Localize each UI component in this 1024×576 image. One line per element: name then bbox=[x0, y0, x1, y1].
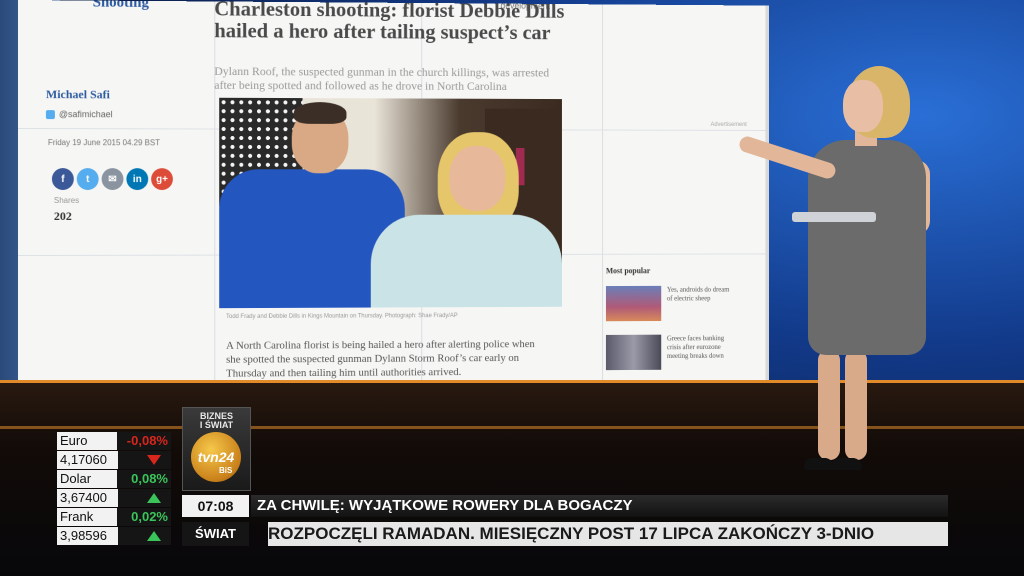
presenter-leg bbox=[818, 350, 840, 460]
currency-row: Dolar 0,08% bbox=[57, 470, 171, 488]
most-popular-item: Yes, androids do dream of electric sheep bbox=[605, 285, 733, 322]
author-name: Michael Safi bbox=[45, 87, 110, 102]
article-standfirst: Dylann Roof, the suspected gunman in the… bbox=[214, 63, 550, 93]
breaking-headline: ZA CHWILĘ: WYJĄTKOWE ROWERY DLA BOGACZY bbox=[251, 495, 948, 517]
woman-shirt bbox=[370, 214, 562, 309]
most-popular-item: Greece faces banking crisis after eurozo… bbox=[605, 334, 733, 371]
popular-thumbnail bbox=[605, 285, 662, 322]
currency-row: 4,17060 bbox=[57, 451, 171, 469]
currency-row: Euro -0,08% bbox=[57, 432, 171, 450]
currency-change: -0,08% bbox=[116, 432, 171, 450]
handle-text: @safimichael bbox=[58, 109, 113, 120]
article-body: A North Carolina florist is being hailed… bbox=[226, 338, 535, 380]
linkedin-share-icon: in bbox=[126, 168, 149, 191]
article-kicker: Shooting bbox=[92, 0, 149, 11]
currency-row: 3,98596 bbox=[57, 527, 171, 545]
presenter-shoe bbox=[804, 458, 834, 470]
article-photo bbox=[219, 97, 562, 309]
currency-row: 3,67400 bbox=[57, 489, 171, 507]
floor-light-strip bbox=[0, 426, 1024, 429]
currency-row: Frank 0,02% bbox=[57, 508, 171, 526]
video-wall: Shooting development Charleston shooting… bbox=[18, 0, 770, 398]
ticker-section: ŚWIAT bbox=[182, 522, 249, 546]
popular-thumbnail bbox=[605, 334, 662, 371]
author-handle: @safimichael bbox=[45, 109, 113, 120]
most-popular-title: Most popular bbox=[605, 266, 651, 276]
presenter-tablet bbox=[792, 212, 876, 222]
currency-change: 0,08% bbox=[116, 470, 171, 488]
shares-label: Shares bbox=[53, 196, 80, 205]
share-buttons: f t ✉ in g+ bbox=[51, 168, 173, 191]
currency-change: 0,02% bbox=[116, 508, 171, 526]
twitter-share-icon: t bbox=[76, 168, 99, 191]
article-headline: Charleston shooting: florist Debbie Dill… bbox=[214, 0, 565, 45]
currency-value: 3,98596 bbox=[57, 527, 119, 545]
channel-sub-logo: BiS bbox=[219, 466, 233, 475]
presenter-face bbox=[843, 80, 883, 132]
shares-count: 202 bbox=[53, 208, 72, 223]
currency-name: Dolar bbox=[57, 470, 117, 488]
currency-name: Euro bbox=[57, 432, 117, 450]
arrow-up-icon bbox=[118, 489, 171, 507]
wall-seam bbox=[602, 4, 604, 394]
arrow-up-icon bbox=[118, 527, 171, 545]
news-crawl: ROZPOCZĘLI RAMADAN. MIESIĘCZNY POST 17 L… bbox=[268, 522, 948, 546]
article-date: Friday 19 June 2015 04.29 BST bbox=[47, 138, 161, 148]
man-hair bbox=[293, 102, 347, 124]
googleplus-share-icon: g+ bbox=[151, 168, 173, 191]
email-share-icon: ✉ bbox=[101, 168, 124, 191]
facebook-share-icon: f bbox=[51, 168, 74, 191]
currency-name: Frank bbox=[57, 508, 117, 526]
popular-item-text: Greece faces banking crisis after eurozo… bbox=[666, 334, 725, 360]
woman-face bbox=[449, 145, 506, 211]
advert-label: Advertisement bbox=[710, 122, 747, 128]
currency-value: 3,67400 bbox=[57, 489, 119, 507]
photo-caption: Todd Frady and Debbie Dills in Kings Mou… bbox=[226, 313, 458, 321]
clock: 07:08 bbox=[182, 495, 249, 517]
tvn24-logo-icon: tvn24 bbox=[191, 432, 241, 482]
channel-logo: BIZNES I ŚWIAT tvn24 BiS bbox=[182, 407, 251, 491]
channel-name: BIZNES I ŚWIAT bbox=[199, 411, 234, 430]
currency-panel: Euro -0,08% 4,17060 Dolar 0,08% 3,67400 … bbox=[57, 432, 171, 546]
presenter-shoe bbox=[832, 458, 862, 470]
arrow-down-icon bbox=[118, 451, 171, 469]
floor-light-strip bbox=[0, 380, 1024, 383]
presenter-leg bbox=[845, 350, 867, 460]
popular-item-text: Yes, androids do dream of electric sheep bbox=[666, 285, 730, 303]
wall-seam bbox=[214, 1, 216, 397]
twitter-icon bbox=[45, 110, 55, 120]
currency-value: 4,17060 bbox=[57, 451, 119, 469]
